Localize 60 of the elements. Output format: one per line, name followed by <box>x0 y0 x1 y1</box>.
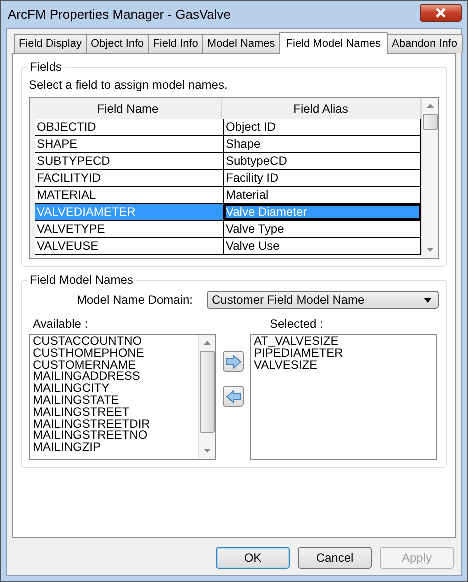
list-item[interactable]: MAILINGADDRESS <box>33 371 195 384</box>
column-header[interactable]: Field Name <box>35 98 222 119</box>
table-cell: Valve Diameter <box>224 204 421 220</box>
list-item[interactable]: MAILINGSTREET <box>33 406 195 419</box>
instruction-text: Select a field to assign model names. <box>29 78 229 92</box>
selected-label: Selected : <box>270 317 324 331</box>
scroll-thumb[interactable] <box>200 351 214 433</box>
list-item[interactable]: MAILINGCITY <box>33 383 195 395</box>
remove-button[interactable] <box>223 386 244 407</box>
tab[interactable]: Object Info <box>86 34 150 53</box>
dialog-button[interactable]: OK <box>216 547 290 569</box>
tab[interactable]: Field Display <box>14 34 87 53</box>
table-row[interactable]: OBJECTID Object ID <box>35 119 421 136</box>
table-cell: OBJECTID <box>35 119 224 135</box>
list-item[interactable]: CUSTHOMEPHONE <box>33 348 195 360</box>
list-item[interactable]: MAILINGSTATE <box>33 394 195 407</box>
table-row[interactable]: SHAPE Shape <box>35 136 421 153</box>
list-item[interactable]: CUSTACCOUNTNO <box>33 336 195 348</box>
table-cell: VALVEDIAMETER <box>35 204 224 220</box>
group-title: Fields <box>29 60 64 74</box>
list-item[interactable]: PIPEDIAMETER <box>254 348 433 360</box>
table-row[interactable]: VALVEUSE Valve Use <box>35 238 421 255</box>
tab[interactable]: Abandon Info <box>387 34 462 53</box>
close-button[interactable] <box>420 4 462 22</box>
left-arrow-icon <box>226 390 242 404</box>
table-cell: SHAPE <box>35 136 224 152</box>
scroll-down-icon <box>426 248 434 252</box>
tab[interactable]: Model Names <box>202 34 280 53</box>
group-title: Field Model Names <box>29 273 134 287</box>
dropdown-caret-icon <box>424 298 432 302</box>
list-item[interactable]: AT_VALVESIZE <box>254 336 433 348</box>
tab[interactable]: Field Model Names <box>279 32 388 54</box>
dialog-button[interactable]: Cancel <box>298 547 372 569</box>
table-cell: MATERIAL <box>35 187 224 203</box>
scrollbar[interactable] <box>421 98 438 258</box>
tab[interactable]: Field Info <box>148 34 204 53</box>
table-cell: FACILITYID <box>35 170 224 186</box>
table-cell: SUBTYPECD <box>35 153 224 169</box>
domain-dropdown[interactable]: Customer Field Model Name <box>207 291 439 309</box>
available-label: Available : <box>33 317 90 331</box>
table-row[interactable]: VALVETYPE Valve Type <box>35 221 421 238</box>
scroll-down-icon <box>204 449 210 453</box>
table-row[interactable]: SUBTYPECD SubtypeCD <box>35 153 421 170</box>
scroll-up-icon <box>426 104 434 108</box>
table-cell: VALVEUSE <box>35 238 224 254</box>
table-cell: VALVETYPE <box>35 221 224 237</box>
domain-label: Model Name Domain: <box>76 293 193 307</box>
scrollbar[interactable] <box>198 335 215 459</box>
add-button[interactable] <box>223 351 244 372</box>
list-item[interactable]: CUSTOMERNAME <box>33 360 195 372</box>
table-row[interactable]: FACILITYID Facility ID <box>35 170 421 187</box>
list-item[interactable]: MAILINGSTREETNO <box>33 430 195 442</box>
list-item[interactable]: MAILINGZIP <box>33 442 195 454</box>
list-item[interactable]: VALVESIZE <box>254 360 433 372</box>
close-icon <box>435 8 447 18</box>
scroll-thumb[interactable] <box>422 114 438 130</box>
right-arrow-icon <box>226 354 242 368</box>
window-title: ArcFM Properties Manager - GasValve <box>7 7 231 22</box>
list-item[interactable]: MAILINGSTREETDIR <box>33 418 195 430</box>
scroll-up-icon <box>204 341 210 345</box>
